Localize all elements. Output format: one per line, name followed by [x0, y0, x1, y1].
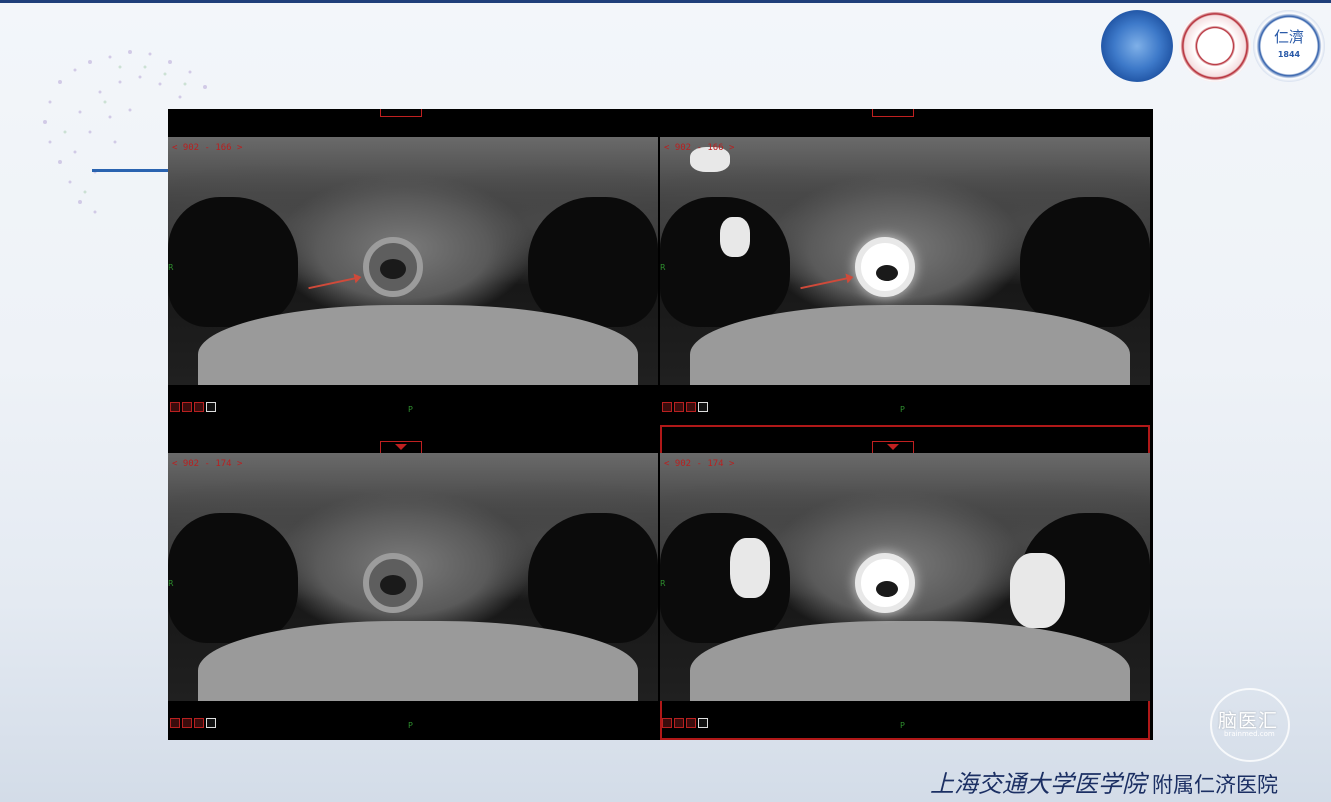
- tool-button[interactable]: [170, 402, 180, 412]
- renji-emblem-year: 1844: [1277, 50, 1301, 59]
- slide-top-line: [0, 0, 1331, 3]
- tool-button[interactable]: [662, 402, 672, 412]
- viewport-toolbar: [170, 718, 216, 730]
- brainmed-watermark: 脑医汇 brainmed.com: [1206, 688, 1316, 762]
- slice-coordinate: < 902 - 174 >: [664, 459, 735, 469]
- orientation-label-bottom: P: [408, 721, 413, 730]
- viewport-bottom-left[interactable]: < 902 - 174 > R P: [168, 425, 658, 740]
- tool-button[interactable]: [686, 402, 696, 412]
- viewport-handle[interactable]: [872, 109, 914, 117]
- school-emblem-icon: [1101, 10, 1173, 82]
- orientation-label-left: R: [168, 263, 174, 272]
- title-accent-line: [92, 169, 170, 172]
- renji-hospital-emblem-icon: 仁濟 1844: [1253, 10, 1325, 82]
- viewport-toolbar: [170, 402, 216, 414]
- orientation-label-bottom: P: [900, 721, 905, 730]
- viewport-top-right[interactable]: < 902 - 166 > R P: [660, 109, 1150, 424]
- orientation-label-left: R: [168, 579, 174, 588]
- orientation-label-left: R: [660, 579, 666, 588]
- footer-school-name: 上海交通大学医学院: [930, 770, 1146, 798]
- tool-button[interactable]: [698, 402, 708, 412]
- orientation-label-bottom: P: [408, 405, 413, 414]
- mri-slice-image[interactable]: [660, 137, 1150, 385]
- mri-slice-image[interactable]: [168, 453, 658, 701]
- tool-button[interactable]: [686, 718, 696, 728]
- orientation-label-bottom: P: [900, 405, 905, 414]
- institution-logos: 仁濟 1844: [1101, 10, 1331, 88]
- renji-emblem-text: 仁濟: [1273, 28, 1304, 46]
- tool-button[interactable]: [206, 402, 216, 412]
- tool-button[interactable]: [674, 402, 684, 412]
- viewport-top-left[interactable]: < 902 - 166 > R P: [168, 109, 658, 424]
- viewport-toolbar: [662, 402, 708, 414]
- tool-button[interactable]: [698, 718, 708, 728]
- orientation-label-left: R: [660, 263, 666, 272]
- slide-footer: 上海交通大学医学院 附属仁济医院: [930, 764, 1278, 799]
- slice-coordinate: < 902 - 166 >: [172, 143, 243, 153]
- tool-button[interactable]: [170, 718, 180, 728]
- tool-button[interactable]: [674, 718, 684, 728]
- slice-coordinate: < 902 - 166 >: [664, 143, 735, 153]
- viewport-bottom-right[interactable]: < 902 - 174 > R P: [660, 425, 1150, 740]
- mri-image-viewer[interactable]: < 902 - 166 > R P < 902 - 166 > R P < 90…: [168, 109, 1153, 740]
- footer-hospital-name: 附属仁济医院: [1152, 773, 1278, 797]
- tool-button[interactable]: [662, 718, 672, 728]
- watermark-name: 脑医汇: [1218, 710, 1279, 732]
- tool-button[interactable]: [194, 718, 204, 728]
- tool-button[interactable]: [194, 402, 204, 412]
- tool-button[interactable]: [182, 402, 192, 412]
- institute-emblem-icon: [1179, 10, 1251, 82]
- mri-slice-image[interactable]: [660, 453, 1150, 701]
- tool-button[interactable]: [182, 718, 192, 728]
- watermark-sub: brainmed.com: [1224, 730, 1275, 738]
- slice-coordinate: < 902 - 174 >: [172, 459, 243, 469]
- tool-button[interactable]: [206, 718, 216, 728]
- mri-slice-image[interactable]: [168, 137, 658, 385]
- viewport-handle[interactable]: [380, 109, 422, 117]
- viewport-toolbar: [662, 718, 708, 730]
